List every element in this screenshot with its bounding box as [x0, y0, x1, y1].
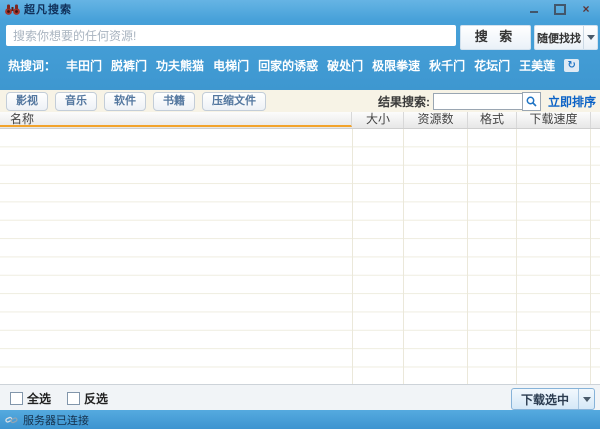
hot-keyword-link[interactable]: 脱裤门: [111, 57, 147, 74]
close-icon[interactable]: ×: [578, 2, 594, 16]
lucky-search-button[interactable]: 随便找找: [534, 25, 598, 50]
tab-books[interactable]: 书籍: [153, 92, 195, 111]
tab-software[interactable]: 软件: [104, 92, 146, 111]
results-table-header: 名称 大小 资源数 格式 下载速度: [0, 112, 600, 129]
column-header-size[interactable]: 大小: [353, 112, 404, 128]
column-divider: [352, 129, 353, 384]
window-title: 超凡搜索: [24, 0, 72, 20]
hot-keyword-link[interactable]: 回家的诱惑: [258, 57, 318, 74]
titlebar: 超凡搜索 ×: [0, 0, 600, 20]
hot-keyword-link[interactable]: 功夫熊猫: [156, 57, 204, 74]
column-divider: [403, 129, 404, 384]
search-icon[interactable]: [522, 92, 541, 111]
column-header-speed[interactable]: 下载速度: [517, 112, 591, 128]
tab-movies[interactable]: 影视: [6, 92, 48, 111]
search-area: 搜 索 随便找找 热搜词： 丰田门 脱裤门 功夫熊猫 电梯门 回家的诱惑 破处门…: [0, 20, 600, 90]
hot-keyword-link[interactable]: 王美莲: [519, 57, 555, 74]
refresh-keywords-icon[interactable]: ↻: [564, 59, 579, 72]
download-selected-button[interactable]: 下载选中: [511, 388, 595, 410]
category-toolbar: 影视 音乐 软件 书籍 压缩文件 结果搜索: 立即排序: [0, 90, 600, 112]
column-header-format[interactable]: 格式: [468, 112, 517, 128]
column-header-resources[interactable]: 资源数: [404, 112, 468, 128]
invert-selection-checkbox[interactable]: [67, 392, 80, 405]
status-bar: 服务器已连接: [0, 410, 600, 429]
hot-keyword-link[interactable]: 秋千门: [429, 57, 465, 74]
hot-keyword-link[interactable]: 丰田门: [66, 57, 102, 74]
search-button[interactable]: 搜 索: [460, 25, 531, 50]
hot-keyword-link[interactable]: 极限拳速: [372, 57, 420, 74]
result-filter-label: 结果搜索:: [378, 93, 430, 110]
chevron-down-icon[interactable]: [578, 389, 594, 409]
tab-archives[interactable]: 压缩文件: [202, 92, 266, 111]
invert-selection-group[interactable]: 反选: [67, 390, 108, 407]
tab-music[interactable]: 音乐: [55, 92, 97, 111]
chevron-down-icon[interactable]: [583, 26, 597, 49]
result-filter-input[interactable]: [433, 93, 523, 110]
sort-now-link[interactable]: 立即排序: [548, 93, 596, 110]
hot-keywords-label: 热搜词：: [8, 57, 56, 74]
hot-keyword-link[interactable]: 电梯门: [213, 57, 249, 74]
select-all-group[interactable]: 全选: [10, 390, 51, 407]
hot-keyword-link[interactable]: 花坛门: [474, 57, 510, 74]
select-all-checkbox[interactable]: [10, 392, 23, 405]
link-icon: [5, 414, 18, 425]
binoculars-app-icon: [5, 3, 20, 16]
column-divider: [516, 129, 517, 384]
server-status-text: 服务器已连接: [23, 412, 89, 428]
minimize-icon[interactable]: [526, 2, 542, 16]
search-input[interactable]: [6, 25, 456, 46]
app-window: 超凡搜索 × 搜 索 随便找找 热搜词： 丰田门 脱裤门 功夫熊猫 电梯门 回家…: [0, 0, 600, 429]
invert-selection-label: 反选: [84, 390, 108, 407]
column-header-name[interactable]: 名称: [0, 112, 352, 127]
window-controls: ×: [526, 2, 594, 16]
category-tabs: 影视 音乐 软件 书籍 压缩文件: [6, 92, 266, 111]
selection-bar: 全选 反选 下载选中: [0, 384, 600, 410]
maximize-icon[interactable]: [552, 2, 568, 16]
column-divider: [590, 129, 591, 384]
hot-keyword-link[interactable]: 破处门: [327, 57, 363, 74]
download-selected-label: 下载选中: [512, 391, 578, 408]
column-divider: [467, 129, 468, 384]
result-filter: 结果搜索: 立即排序: [378, 92, 596, 111]
select-all-label: 全选: [27, 390, 51, 407]
results-table-body: [0, 129, 600, 384]
lucky-search-label: 随便找找: [535, 30, 583, 46]
column-header-extra: [591, 112, 600, 128]
hot-keywords-row: 热搜词： 丰田门 脱裤门 功夫熊猫 电梯门 回家的诱惑 破处门 极限拳速 秋千门…: [8, 57, 592, 74]
